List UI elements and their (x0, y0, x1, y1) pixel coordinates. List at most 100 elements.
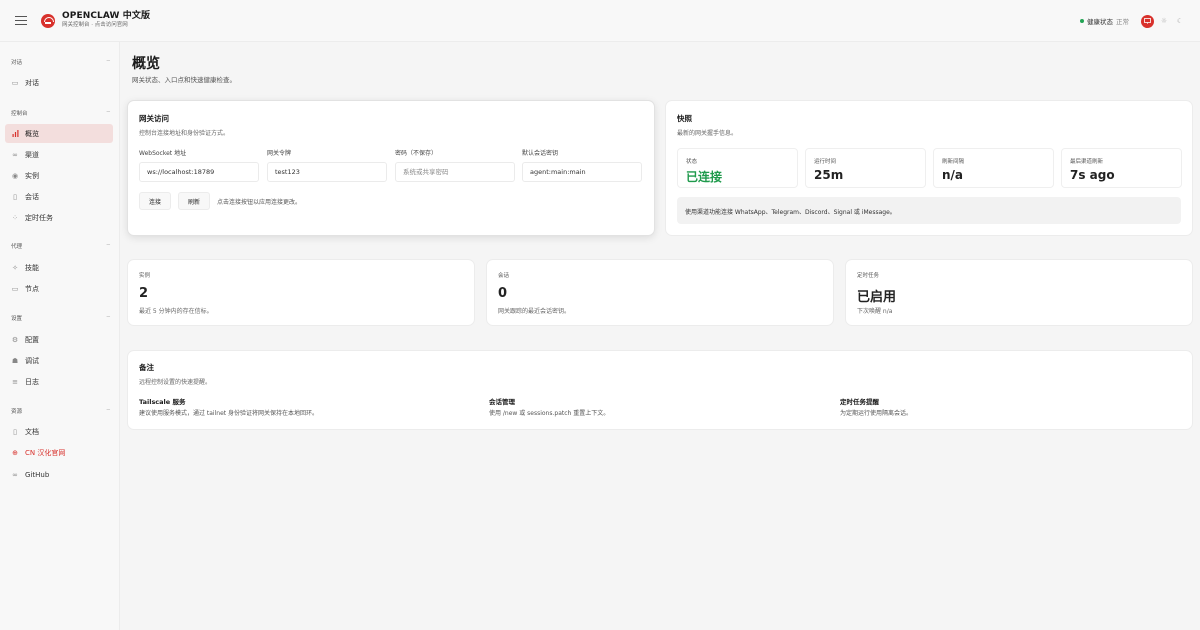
sparkle-icon: ✧ (12, 263, 18, 272)
sidebar-item-logs[interactable]: ≡ 日志 (5, 372, 113, 391)
stat-uptime: 运行时间 25m (805, 148, 926, 188)
metric-card-cron[interactable] (845, 259, 1193, 326)
collapse-icon[interactable]: − (106, 109, 111, 115)
metric-card-instances[interactable] (127, 259, 475, 326)
sidebar-item-label: 实例 (25, 171, 39, 180)
document-icon: ▯ (13, 192, 17, 201)
websocket-url-input[interactable] (139, 162, 259, 182)
gateway-access-subtitle: 控制台连接地址和身份验证方式。 (139, 130, 230, 137)
sidebar-item-label: 概览 (25, 129, 39, 138)
stat-label: 运行时间 (814, 159, 837, 165)
app-title: OPENCLAW 中文版 (62, 11, 151, 22)
password-input[interactable] (395, 162, 515, 182)
metric-card-sessions[interactable] (486, 259, 834, 326)
note-title: Tailscale 服务 (139, 398, 186, 406)
sidebar-item-label: 日志 (25, 377, 39, 386)
app-subtitle: 网关控制台 · 点击访问官网 (62, 22, 128, 29)
monitor-icon: ▭ (11, 284, 19, 293)
metric-desc: 最近 5 分钟内的存在信标。 (139, 308, 213, 315)
connect-hint: 点击连接按钮以应用连接更改。 (217, 199, 302, 206)
collapse-icon[interactable]: − (106, 58, 111, 64)
sidebar-item-label: CN 汉化官网 (25, 448, 66, 457)
sidebar-group-title: 控制台 (11, 111, 28, 117)
page-title: 概览 (132, 56, 160, 72)
file-text-icon: ≡ (12, 377, 18, 386)
loader-icon: ⁘ (12, 213, 18, 222)
stat-value: 7s ago (1070, 168, 1115, 182)
monitor-icon[interactable] (1141, 14, 1154, 28)
sidebar-item-chat[interactable]: ▭ 对话 (5, 73, 113, 92)
sidebar-item-label: 文档 (25, 427, 39, 436)
sidebar-item-sessions[interactable]: ▯ 会话 (5, 187, 113, 206)
note-text: 使用 /new 或 sessions.patch 重置上下文。 (489, 410, 610, 417)
moon-icon[interactable]: ☾ (1174, 15, 1186, 27)
note-text: 建议使用服务模式，通过 tailnet 身份验证将网关保持在本地回环。 (139, 410, 319, 417)
collapse-icon[interactable]: − (106, 314, 111, 320)
radio-icon: ◉ (11, 171, 19, 180)
session-key-input[interactable] (522, 162, 642, 182)
header-actions: 健康状态 正常 ☼ ☾ (1075, 0, 1186, 42)
sidebar-item-debug[interactable]: ☗ 调试 (5, 351, 113, 370)
gateway-token-input[interactable] (267, 162, 387, 182)
sidebar-group-title: 代理 (11, 244, 23, 250)
openclaw-logo-icon[interactable] (41, 13, 55, 28)
stat-status: 状态 已连接 (677, 148, 798, 188)
health-status: 健康状态 正常 (1075, 13, 1134, 29)
snapshot-subtitle: 最新的网关握手信息。 (677, 130, 738, 137)
sidebar-item-instances[interactable]: ◉ 实例 (5, 166, 113, 185)
sidebar-item-docs[interactable]: ▯ 文档 (5, 422, 113, 441)
sidebar-item-cn-site[interactable]: ⊕ CN 汉化官网 (5, 443, 113, 462)
book-icon: ▯ (13, 427, 17, 436)
sidebar-group-title: 对话 (11, 60, 23, 66)
notes-title: 备注 (139, 363, 154, 372)
sidebar-item-github[interactable]: ∞ GitHub (5, 465, 113, 484)
sidebar: 对话 − ▭ 对话 控制台 − 概览 ∞ 渠道 ◉ 实例 ▯ 会话 ⁘ 定时任务… (0, 42, 120, 630)
gear-icon: ⚙ (11, 335, 19, 344)
stat-value: 25m (814, 168, 844, 182)
sidebar-item-label: GitHub (25, 470, 50, 479)
session-key-label: 默认会话密钥 (522, 150, 559, 157)
page-subtitle: 网关状态、入口点和快速健康检查。 (132, 76, 236, 84)
connect-button[interactable]: 连接 (139, 192, 172, 210)
collapse-icon[interactable]: − (106, 242, 111, 248)
metric-label: 实例 (139, 273, 151, 279)
note-text: 为定期运行使用隔离会话。 (840, 410, 913, 417)
sun-icon[interactable]: ☼ (1158, 15, 1170, 27)
note-title: 会话管理 (489, 398, 515, 406)
sidebar-group-title: 设置 (11, 316, 23, 322)
brand[interactable]: OPENCLAW 中文版 网关控制台 · 点击访问官网 (62, 12, 150, 29)
sidebar-item-channels[interactable]: ∞ 渠道 (5, 145, 113, 164)
sidebar-item-label: 对话 (25, 78, 39, 87)
top-bar: OPENCLAW 中文版 网关控制台 · 点击访问官网 健康状态 正常 ☼ ☾ (0, 0, 1200, 42)
sidebar-item-config[interactable]: ⚙ 配置 (5, 330, 113, 349)
sidebar-item-nodes[interactable]: ▭ 节点 (5, 279, 113, 298)
bar-chart-icon (11, 129, 19, 138)
password-label: 密码（不保存） (395, 150, 438, 157)
snapshot-title: 快照 (677, 114, 692, 123)
bug-icon: ☗ (11, 356, 19, 365)
sidebar-item-label: 配置 (25, 335, 39, 344)
health-label: 健康状态 (1087, 18, 1113, 26)
sidebar-item-cron[interactable]: ⁘ 定时任务 (5, 208, 113, 227)
collapse-icon[interactable]: − (106, 407, 111, 413)
stat-value: n/a (942, 168, 964, 182)
sidebar-item-label: 会话 (25, 192, 39, 201)
health-value: 正常 (1116, 18, 1129, 26)
metric-value: 已启用 (857, 290, 897, 305)
gateway-access-title: 网关访问 (139, 114, 169, 123)
metric-desc: 网关跟踪的最近会话密钥。 (498, 308, 571, 315)
stat-last-channel-refresh: 最后渠道刷新 7s ago (1061, 148, 1182, 188)
sidebar-item-overview[interactable]: 概览 (5, 124, 113, 143)
stat-label: 最后渠道刷新 (1070, 159, 1104, 165)
sidebar-item-label: 节点 (25, 284, 39, 293)
metric-label: 定时任务 (857, 273, 880, 279)
metric-label: 会话 (498, 273, 510, 279)
menu-icon[interactable] (15, 16, 27, 25)
snapshot-note: 使用渠道功能连接 WhatsApp、Telegram、Discord、Signa… (677, 197, 1181, 224)
gateway-token-label: 网关令牌 (267, 150, 292, 157)
refresh-button[interactable]: 刷新 (178, 192, 211, 210)
link-icon: ∞ (12, 470, 18, 479)
globe-icon: ⊕ (12, 448, 18, 457)
sidebar-item-label: 定时任务 (25, 213, 53, 222)
sidebar-item-skills[interactable]: ✧ 技能 (5, 258, 113, 277)
